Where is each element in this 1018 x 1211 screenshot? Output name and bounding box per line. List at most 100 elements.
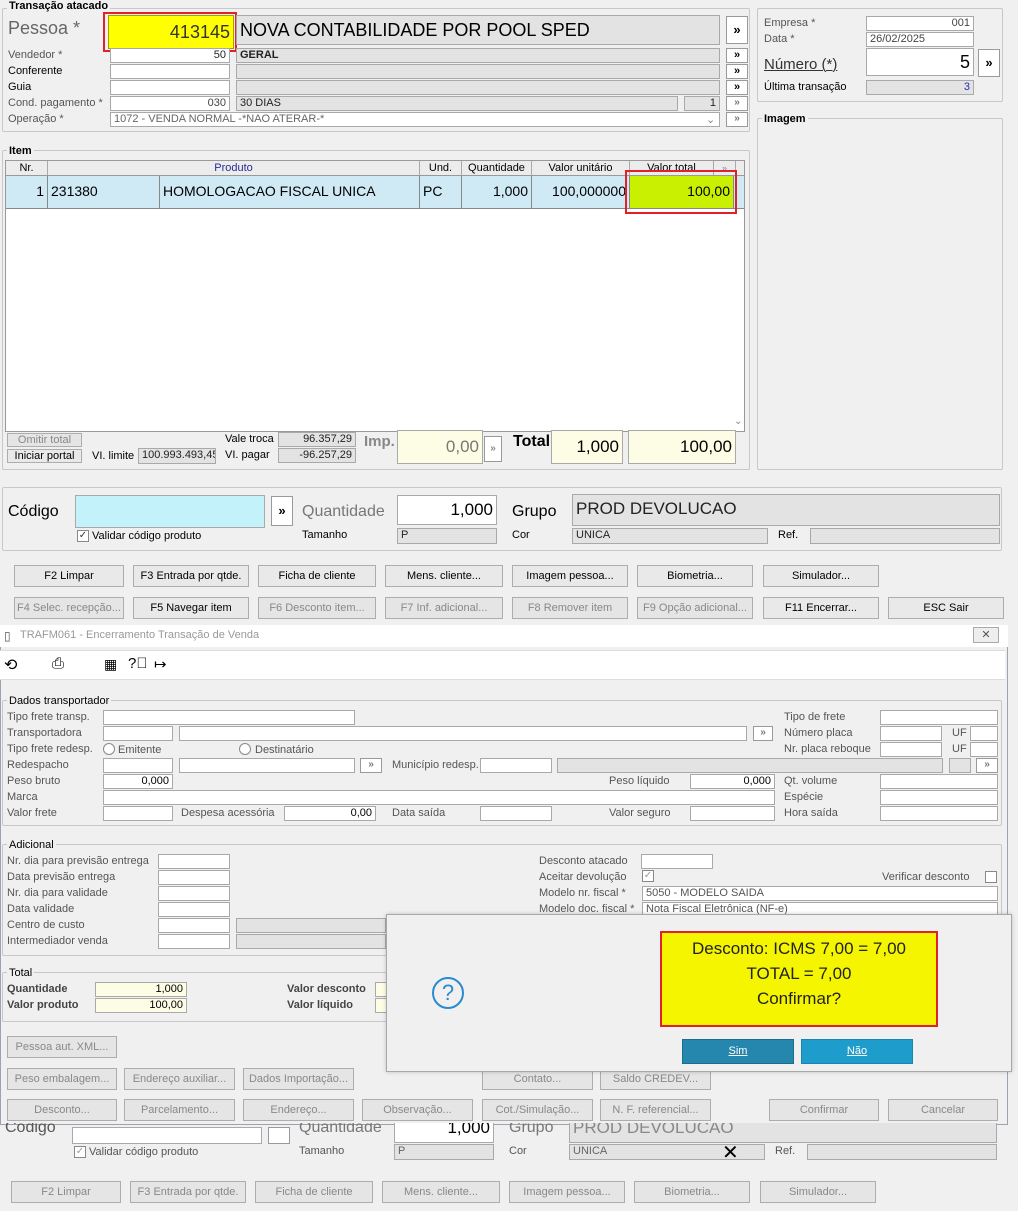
bg-f2-limpar-button[interactable]: F2 Limpar <box>11 1181 121 1203</box>
biometria-button[interactable]: Biometria... <box>637 565 753 587</box>
marca-field[interactable] <box>103 790 775 805</box>
print-icon[interactable]: ⎙ <box>52 655 64 672</box>
data-validade-field[interactable] <box>158 902 230 917</box>
redespacho-lookup-button[interactable]: » <box>360 758 382 773</box>
bg-biometria-button[interactable]: Biometria... <box>634 1181 750 1203</box>
f7-inf-adicional-button[interactable]: F7 Inf. adicional... <box>385 597 503 619</box>
emitente-radio[interactable] <box>103 743 115 755</box>
f3-entrada-button[interactable]: F3 Entrada por qtde. <box>133 565 249 587</box>
parcelamento-button[interactable]: Parcelamento... <box>124 1099 235 1121</box>
esc-sair-button[interactable]: ESC Sair <box>888 597 1004 619</box>
tipo-frete-transp-select[interactable] <box>103 710 355 725</box>
desconto-atacado-field[interactable] <box>641 854 713 869</box>
peso-embalagem-button[interactable]: Peso embalagem... <box>7 1068 117 1090</box>
redespacho-code-field[interactable] <box>103 758 173 773</box>
conferente-field[interactable] <box>110 64 230 79</box>
destinatario-radio[interactable] <box>239 743 251 755</box>
cancelar-button[interactable]: Cancelar <box>888 1099 998 1121</box>
undo-icon[interactable]: ⟲ <box>4 655 17 675</box>
imagem-pessoa-button[interactable]: Imagem pessoa... <box>512 565 628 587</box>
nr-placa-reboque-field[interactable] <box>880 742 942 757</box>
codigo-lookup-button[interactable]: » <box>271 496 293 526</box>
reboque-uf-field[interactable] <box>970 742 998 757</box>
omitir-total-button[interactable]: Omitir total <box>7 433 82 447</box>
simulador-button[interactable]: Simulador... <box>763 565 879 587</box>
iniciar-portal-button[interactable]: Iniciar portal <box>7 449 82 463</box>
cond-pagamento-code-field[interactable]: 030 <box>110 96 230 111</box>
col-nr[interactable]: Nr. <box>6 161 48 175</box>
intermediador-field[interactable] <box>158 934 230 949</box>
help-icon[interactable]: ?⃝ <box>128 655 148 672</box>
vendedor-lookup-button[interactable]: » <box>726 48 748 63</box>
pessoa-lookup-button[interactable]: » <box>726 16 748 44</box>
col-quantidade[interactable]: Quantidade <box>462 161 532 175</box>
nr-dia-prev-field[interactable] <box>158 854 230 869</box>
data-field[interactable]: 26/02/2025 <box>866 32 974 47</box>
operacao-select[interactable]: 1072 - VENDA NORMAL -*NAO ATERAR-* <box>110 112 720 127</box>
observacao-button[interactable]: Observação... <box>362 1099 473 1121</box>
f2-limpar-button[interactable]: F2 Limpar <box>14 565 124 587</box>
mens-cliente-button[interactable]: Mens. cliente... <box>385 565 503 587</box>
bg-ficha-cliente-button[interactable]: Ficha de cliente <box>255 1181 373 1203</box>
bg-f3-entrada-button[interactable]: F3 Entrada por qtde. <box>130 1181 246 1203</box>
grid-scroll-down-icon[interactable]: ⌄ <box>734 416 742 427</box>
col-und[interactable]: Und. <box>420 161 462 175</box>
data-saida-field[interactable] <box>480 806 552 821</box>
tipo-de-frete-select[interactable] <box>880 710 998 725</box>
bg-imagem-pessoa-button[interactable]: Imagem pessoa... <box>509 1181 625 1203</box>
endereco-button[interactable]: Endereço... <box>243 1099 354 1121</box>
numero-lookup-button[interactable]: » <box>978 49 1000 77</box>
f5-navegar-button[interactable]: F5 Navegar item <box>133 597 249 619</box>
bg-codigo-input[interactable] <box>72 1127 262 1144</box>
imp-detail-button[interactable]: » <box>484 436 502 462</box>
f8-remover-button[interactable]: F8 Remover item <box>512 597 628 619</box>
data-prev-field[interactable] <box>158 870 230 885</box>
transportadora-code-field[interactable] <box>103 726 173 741</box>
f6-desconto-button[interactable]: F6 Desconto item... <box>258 597 376 619</box>
numero-placa-uf-field[interactable] <box>970 726 998 741</box>
municipio-redesp-lookup-button[interactable]: » <box>976 758 998 773</box>
guia-lookup-button[interactable]: » <box>726 80 748 95</box>
endereco-auxiliar-button[interactable]: Endereço auxiliar... <box>124 1068 235 1090</box>
transportadora-lookup-button[interactable]: » <box>753 726 773 741</box>
conferente-lookup-button[interactable]: » <box>726 64 748 79</box>
nr-dia-valid-field[interactable] <box>158 886 230 901</box>
valor-frete-field[interactable] <box>103 806 173 821</box>
pessoa-aut-xml-button[interactable]: Pessoa aut. XML... <box>7 1036 117 1058</box>
numero-field[interactable]: 5 <box>866 48 974 76</box>
bg-mens-cliente-button[interactable]: Mens. cliente... <box>382 1181 500 1203</box>
nao-button[interactable]: Não <box>801 1039 913 1064</box>
nf-referencial-button[interactable]: N. F. referencial... <box>600 1099 711 1121</box>
empresa-field[interactable]: 001 <box>866 16 974 31</box>
municipio-redesp-code-field[interactable] <box>480 758 552 773</box>
ficha-cliente-button[interactable]: Ficha de cliente <box>258 565 376 587</box>
f11-encerrar-button[interactable]: F11 Encerrar... <box>763 597 879 619</box>
cot-simulacao-button[interactable]: Cot./Simulação... <box>482 1099 593 1121</box>
guia-field[interactable] <box>110 80 230 95</box>
bg-simulador-button[interactable]: Simulador... <box>760 1181 876 1203</box>
bg-quantidade-field[interactable]: 1,000 <box>394 1123 494 1143</box>
f9-opcao-button[interactable]: F9 Opção adicional... <box>637 597 753 619</box>
validar-codigo-checkbox[interactable]: ✓ <box>77 530 89 542</box>
dados-importacao-button[interactable]: Dados Importação... <box>243 1068 354 1090</box>
sim-button[interactable]: Sim <box>682 1039 794 1064</box>
qt-volume-field[interactable] <box>880 774 998 789</box>
calendar-icon[interactable]: ▦ <box>104 656 117 673</box>
exit-icon[interactable]: ↦ <box>154 655 167 673</box>
bg-validar-checkbox[interactable]: ✓ <box>74 1146 86 1158</box>
modelo-nr-fiscal-select[interactable]: 5050 - MODELO SAIDA <box>642 886 998 901</box>
col-valor-unitario[interactable]: Valor unitário <box>532 161 630 175</box>
cond-pagamento-extra-button[interactable]: » <box>726 96 748 111</box>
col-produto[interactable]: Produto <box>48 161 420 175</box>
confirmar-button[interactable]: Confirmar <box>769 1099 879 1121</box>
despesa-field[interactable]: 0,00 <box>284 806 376 821</box>
especie-field[interactable] <box>880 790 998 805</box>
valor-seguro-field[interactable] <box>690 806 775 821</box>
centro-custo-field[interactable] <box>158 918 230 933</box>
peso-liquido-field[interactable]: 0,000 <box>690 774 775 789</box>
numero-placa-field[interactable] <box>880 726 942 741</box>
f4-selec-recepcao-button[interactable]: F4 Selec. recepção... <box>14 597 124 619</box>
operacao-extra-button[interactable]: » <box>726 112 748 127</box>
codigo-input[interactable] <box>75 495 265 528</box>
aceitar-devolucao-checkbox[interactable]: ✓ <box>642 870 654 882</box>
